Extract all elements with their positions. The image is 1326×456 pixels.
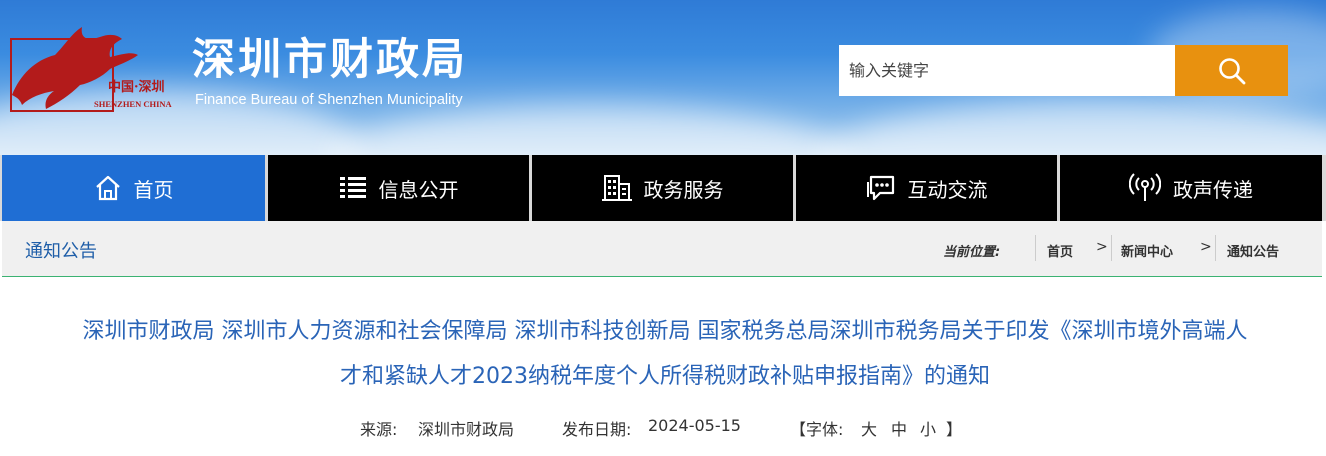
breadcrumb-separator: > — [1096, 239, 1108, 255]
breadcrumb-separator: > — [1200, 239, 1212, 255]
breadcrumb-divider — [1111, 235, 1112, 261]
publish-date-label: 发布日期: — [562, 420, 632, 439]
cloud-decoration — [820, 100, 1326, 155]
search-icon — [1218, 57, 1245, 84]
nav-label: 政务服务 — [643, 177, 724, 202]
broadcast-icon — [1129, 173, 1161, 201]
font-size-label: 【字体: — [790, 420, 844, 439]
breadcrumb-item-notices[interactable]: 通知公告 — [1227, 241, 1279, 260]
font-size-medium-button[interactable]: 中 — [891, 416, 907, 440]
site-header: 中国·深圳 SHENZHEN CHINA 深圳市财政局 Finance Bure… — [0, 0, 1326, 155]
site-subtitle: Finance Bureau of Shenzhen Municipality — [195, 92, 463, 108]
search-input[interactable] — [839, 45, 1175, 96]
main-nav: 首页 信息公开 政务服务 互动交流 政声传递 — [0, 155, 1326, 221]
source-label: 来源: — [360, 420, 398, 439]
nav-item-gov-services[interactable]: 政务服务 — [532, 155, 793, 221]
article-title: 深圳市财政局 深圳市人力资源和社会保障局 深圳市科技创新局 国家税务总局深圳市税… — [20, 309, 1310, 399]
building-icon — [601, 175, 632, 201]
nav-label: 首页 — [133, 177, 174, 202]
font-size-small-button[interactable]: 小 — [920, 416, 936, 440]
nav-label: 信息公开 — [378, 177, 459, 202]
font-size-large-button[interactable]: 大 — [861, 416, 877, 440]
nav-item-info-disclosure[interactable]: 信息公开 — [268, 155, 529, 221]
publish-date-value: 2024-05-15 — [648, 416, 741, 435]
logo-text-en: SHENZHEN CHINA — [94, 99, 173, 109]
logo-text-cn: 中国·深圳 — [108, 79, 165, 95]
breadcrumb-item-news-center[interactable]: 新闻中心 — [1121, 241, 1173, 260]
nav-item-interaction[interactable]: 互动交流 — [796, 155, 1057, 221]
home-icon — [95, 175, 120, 201]
breadcrumb-divider — [1215, 235, 1216, 261]
breadcrumb-divider — [1035, 235, 1036, 261]
shenzhen-logo[interactable]: 中国·深圳 SHENZHEN CHINA — [10, 25, 185, 115]
section-title: 通知公告 — [25, 241, 97, 262]
breadcrumb-current-label: 当前位置: — [943, 245, 1001, 260]
article-title-line: 才和紧缺人才2023纳税年度个人所得税财政补贴申报指南》的通知 — [340, 364, 990, 389]
nav-label: 政声传递 — [1173, 177, 1253, 202]
nav-item-gov-voice[interactable]: 政声传递 — [1060, 155, 1322, 221]
site-title: 深圳市财政局 — [192, 35, 468, 85]
list-icon — [339, 177, 366, 198]
breadcrumb-item-home[interactable]: 首页 — [1047, 241, 1073, 260]
chat-icon — [866, 175, 894, 201]
nav-label: 互动交流 — [907, 177, 988, 202]
cloud-decoration — [330, 105, 850, 155]
nav-item-home[interactable]: 首页 — [2, 155, 265, 221]
search-button[interactable] — [1175, 45, 1288, 96]
source-value: 深圳市财政局 — [418, 420, 515, 439]
font-size-bracket-close: 】 — [946, 420, 963, 439]
breadcrumb-bar: 通知公告 当前位置: 首页 > 新闻中心 > 通知公告 — [2, 221, 1322, 277]
article-title-line: 深圳市财政局 深圳市人力资源和社会保障局 深圳市科技创新局 国家税务总局深圳市税… — [82, 319, 1248, 344]
